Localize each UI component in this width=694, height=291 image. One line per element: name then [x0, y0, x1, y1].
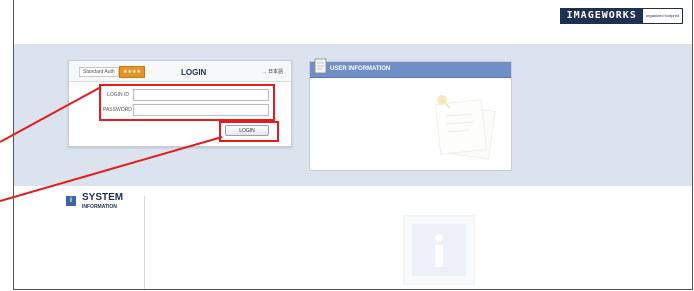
brand-tagline: organized footprint — [642, 9, 682, 23]
brand-name: IMAGEWORKS — [560, 9, 643, 23]
auth-badge[interactable]: ★★★★ — [119, 66, 145, 78]
info-icon: i — [66, 196, 76, 206]
password-label: PASSWORD — [103, 107, 132, 113]
password-row: PASSWORD — [103, 104, 271, 116]
login-button-highlight: LOGIN — [219, 121, 279, 142]
login-id-row: LOGIN ID — [103, 89, 271, 101]
user-information-title: USER INFORMATION — [330, 66, 391, 72]
system-info-column — [14, 186, 146, 289]
system-info-subtitle: INFORMATION — [82, 204, 117, 210]
user-information-header: USER INFORMATION — [310, 58, 511, 78]
user-information-panel: USER INFORMATION — [309, 58, 512, 171]
login-header: Standard Auth ★★★★ LOGIN → 日本語 — [69, 61, 291, 82]
login-fields-highlight: LOGIN ID PASSWORD — [99, 84, 275, 121]
top-header: IMAGEWORKS organized footprint — [14, 0, 692, 45]
login-title: LOGIN — [181, 68, 207, 77]
standard-auth-tab[interactable]: Standard Auth — [79, 67, 119, 77]
password-input[interactable] — [133, 104, 269, 116]
note-icon — [314, 58, 327, 74]
info-watermark-icon — [403, 215, 475, 285]
login-id-label: LOGIN ID — [107, 92, 129, 98]
language-link[interactable]: → 日本語 — [262, 68, 283, 75]
login-id-input[interactable] — [133, 89, 269, 101]
column-divider — [144, 196, 145, 289]
system-info-title: SYSTEM — [82, 192, 124, 203]
brand-logo: IMAGEWORKS organized footprint — [559, 8, 683, 24]
notes-watermark-icon — [434, 95, 496, 160]
page-frame: IMAGEWORKS organized footprint Standard … — [13, 0, 693, 290]
login-panel: Standard Auth ★★★★ LOGIN → 日本語 LOGIN ID … — [68, 60, 292, 147]
login-button[interactable]: LOGIN — [225, 125, 269, 136]
